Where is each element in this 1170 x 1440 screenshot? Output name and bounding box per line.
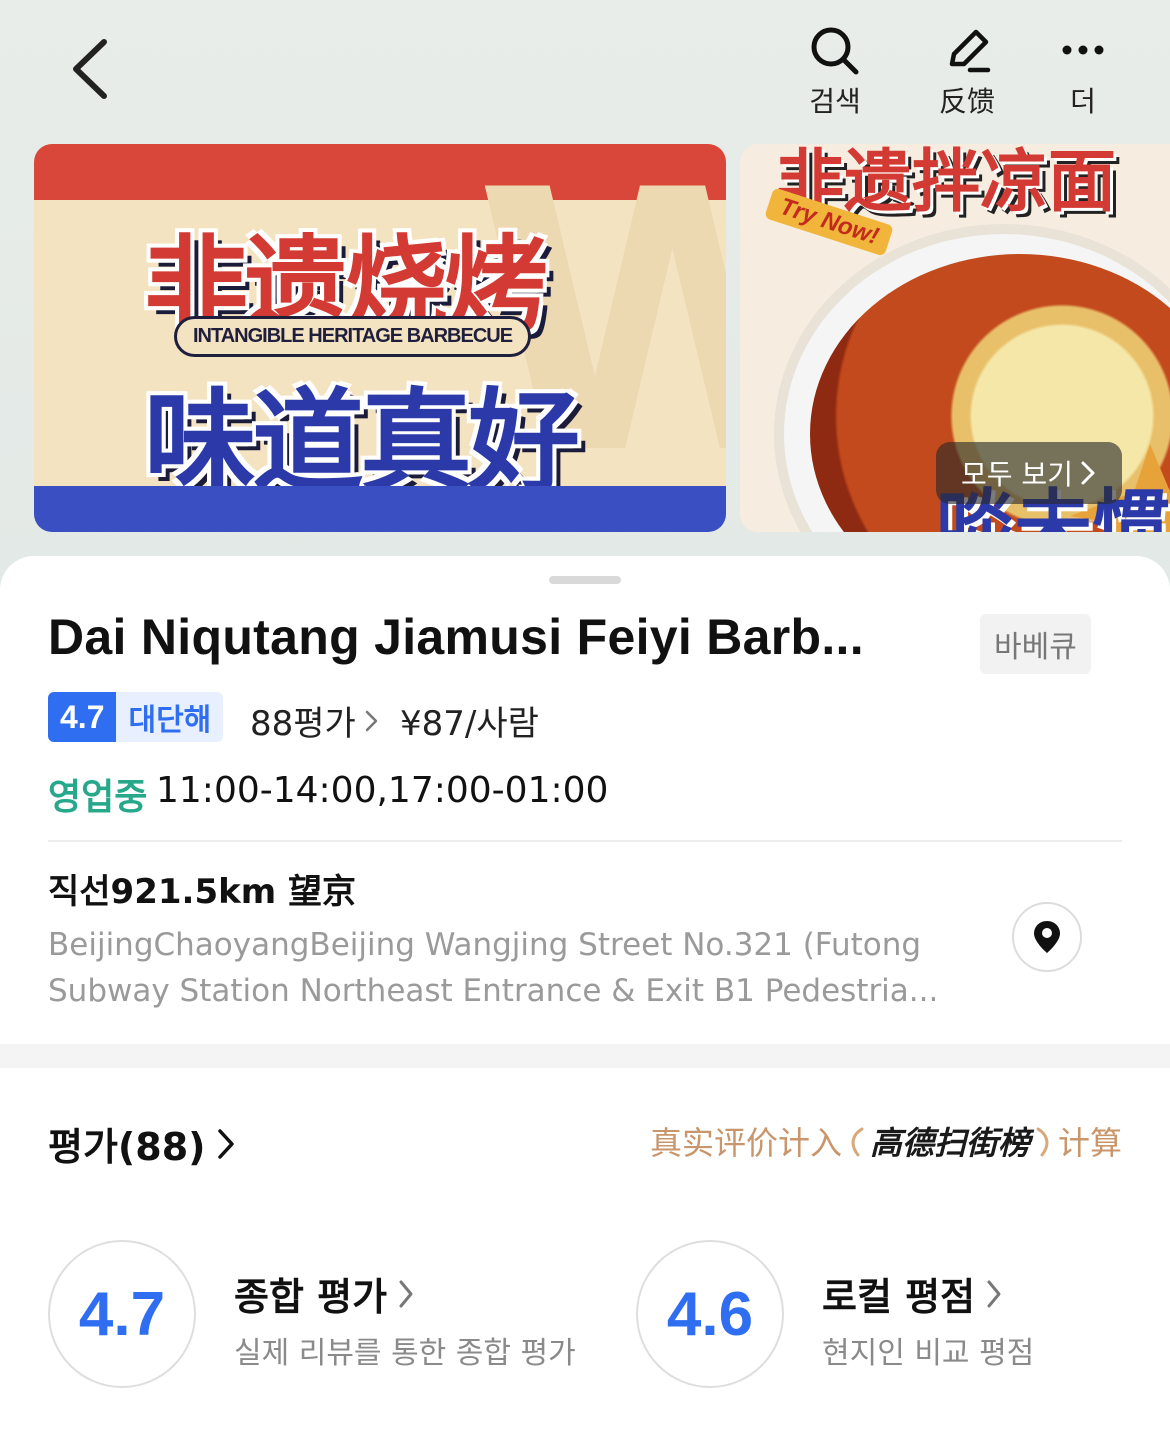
- note-suffix: 计算: [1057, 1124, 1122, 1162]
- feedback-label: 反馈: [938, 85, 995, 118]
- reviews-section: 평가(88) 真实评价计入 高德扫街榜 计算 4.7 종합 평가 실제 리뷰를 …: [0, 1068, 1170, 1440]
- overall-score-subtitle: 실제 리뷰를 통한 종합 평가: [234, 1336, 576, 1371]
- feedback-button[interactable]: 反馈: [922, 24, 1012, 120]
- price-per-person: ¥87/사람: [400, 704, 539, 744]
- restaurant-info-card: Dai Niqutang Jiamusi Feiyi Barb... 바베큐 4…: [0, 556, 1170, 1044]
- more-label: 더: [1070, 85, 1096, 118]
- chevron-right-icon: [1081, 461, 1095, 485]
- open-status: 영업중: [48, 777, 148, 818]
- address-line-1: BeijingChaoyangBeijing Wangjing Street N…: [48, 927, 922, 963]
- gaode-ranking-note: 真实评价计入 高德扫街榜 计算: [650, 1118, 1122, 1164]
- opening-hours: 11:00-14:00,17:00-01:00: [156, 770, 609, 811]
- note-brand: 高德扫街榜: [869, 1124, 1030, 1162]
- rating-word: 대단해: [116, 692, 224, 742]
- view-all-label: 모두 보기: [961, 458, 1073, 491]
- edit-pencil-icon: [949, 29, 991, 73]
- local-score-link[interactable]: 로컬 평점: [822, 1266, 1003, 1321]
- search-button[interactable]: 검색: [790, 24, 880, 120]
- overall-score-title: 종합 평가: [234, 1275, 388, 1319]
- divider: [48, 840, 1122, 842]
- address-line-2: Subway Station Northeast Entrance & Exit…: [48, 973, 939, 1009]
- chevron-right-icon: [217, 1128, 234, 1159]
- category-tag: 바베큐: [980, 614, 1091, 674]
- location-pin-icon: [1034, 921, 1060, 953]
- rating-score: 4.7: [48, 692, 117, 742]
- chevron-right-icon: [987, 1280, 1001, 1307]
- more-button[interactable]: 더: [1038, 24, 1128, 120]
- overall-score-circle: 4.7: [48, 1240, 196, 1388]
- reviews-header-link[interactable]: 평가(88): [48, 1116, 236, 1171]
- review-count-label: 88평가: [250, 704, 356, 744]
- chevron-right-icon: [399, 1280, 413, 1307]
- restaurant-name: Dai Niqutang Jiamusi Feiyi Barb...: [48, 609, 864, 665]
- overall-score-link[interactable]: 종합 평가: [234, 1266, 415, 1321]
- banner-torn-bottom: [34, 486, 726, 532]
- rating-badge: 4.7 대단해: [48, 692, 224, 742]
- laurel-right-icon: [1036, 1127, 1049, 1157]
- address[interactable]: BeijingChaoyangBeijing Wangjing Street N…: [48, 922, 948, 1014]
- sheet-grabber-handle[interactable]: [549, 576, 621, 584]
- map-location-button[interactable]: [1012, 902, 1082, 972]
- local-score-subtitle: 현지인 비교 평점: [822, 1336, 1035, 1371]
- reviews-header-label: 평가(88): [48, 1125, 206, 1169]
- laurel-left-icon: [851, 1127, 864, 1157]
- search-icon: [811, 27, 859, 75]
- distance-area: 직선921.5km 望京: [48, 872, 356, 912]
- back-button[interactable]: [60, 34, 124, 104]
- local-score-circle: 4.6: [636, 1240, 784, 1388]
- chevron-left-icon: [73, 39, 107, 99]
- more-dots-icon: [1062, 45, 1104, 55]
- local-score-title: 로컬 평점: [822, 1275, 976, 1319]
- banner-bbq[interactable]: W 非遗烧烤 INTANGIBLE HERITAGE BARBECUE 味道真好: [34, 144, 726, 532]
- review-count-link[interactable]: 88평가: [250, 696, 380, 745]
- view-all-photos-button[interactable]: 모두 보기: [936, 442, 1122, 504]
- top-nav-bar: 검색 反馈 더: [0, 0, 1170, 140]
- search-label: 검색: [809, 85, 861, 118]
- banner-pill: INTANGIBLE HERITAGE BARBECUE: [174, 316, 532, 357]
- chevron-right-icon: [365, 710, 378, 731]
- note-prefix: 真实评价计入: [649, 1124, 842, 1162]
- section-separator: [0, 1044, 1170, 1068]
